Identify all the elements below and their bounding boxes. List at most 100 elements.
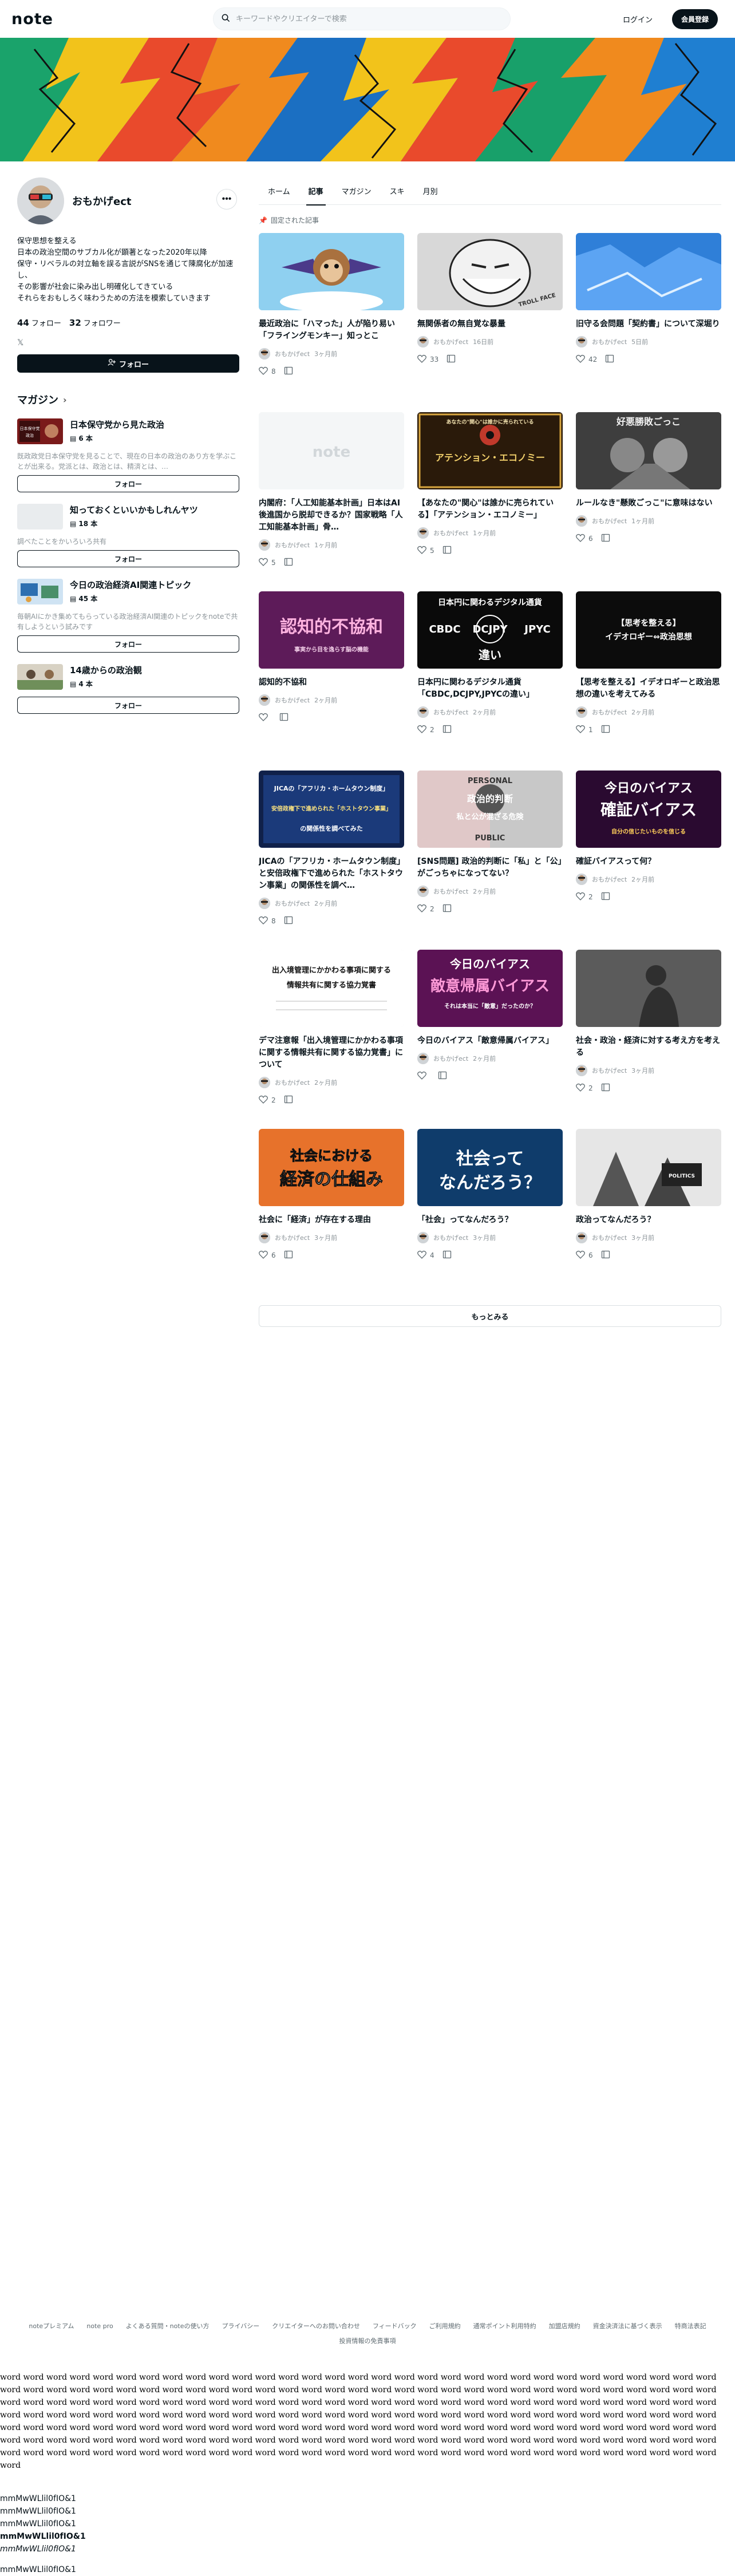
author-avatar[interactable] bbox=[576, 706, 587, 718]
magazine-add-button[interactable] bbox=[284, 1250, 293, 1261]
article-thumbnail[interactable] bbox=[576, 950, 721, 1027]
footer-link[interactable]: 加盟店規約 bbox=[549, 2322, 580, 2331]
like-button[interactable]: 2 bbox=[259, 1095, 276, 1105]
like-button[interactable]: 2 bbox=[417, 904, 434, 914]
login-button[interactable]: ログイン bbox=[616, 9, 659, 29]
like-button[interactable]: 2 bbox=[576, 892, 593, 902]
like-button[interactable] bbox=[259, 713, 271, 723]
author-avatar[interactable] bbox=[417, 886, 429, 897]
like-button[interactable]: 8 bbox=[259, 916, 276, 926]
article-thumbnail[interactable]: 認知的不協和 事実から目を逸らす脳の機能 bbox=[259, 591, 404, 669]
article-title[interactable]: デマ注意報「出入境管理にかかわる事項に関する情報共有に関する協力覚書」について bbox=[259, 1035, 404, 1071]
article-title[interactable]: 旧守る会問題「契約書」について深堀り bbox=[576, 318, 721, 330]
article-thumbnail[interactable]: 好悪勝敗ごっこ bbox=[576, 412, 721, 489]
article-title[interactable]: 【思考を整える】イデオロギーと政治思想の違いを考えてみる bbox=[576, 677, 721, 701]
article-thumbnail[interactable]: 今日のバイアス 敵意帰属バイアス それは本当に「敵意」だったのか？ bbox=[417, 950, 563, 1027]
author-name[interactable]: おもかげect bbox=[275, 899, 310, 908]
magazine-follow-button[interactable]: フォロー bbox=[17, 475, 239, 492]
article-card[interactable]: 旧守る会問題「契約書」について深堀り おもかげect 5日前 42 bbox=[576, 233, 721, 412]
article-thumbnail[interactable]: TROLL FACE bbox=[417, 233, 563, 310]
article-card[interactable]: 社会・政治・経済に対する考え方を考える おもかげect 3ヶ月前 2 bbox=[576, 950, 721, 1129]
author-name[interactable]: おもかげect bbox=[433, 1233, 468, 1242]
article-thumbnail[interactable]: 【思考を整える】 イデオロギー⇔政治思想 bbox=[576, 591, 721, 669]
author-name[interactable]: おもかげect bbox=[275, 1078, 310, 1087]
magazine-add-button[interactable] bbox=[601, 725, 610, 735]
author-avatar[interactable] bbox=[576, 1232, 587, 1243]
footer-link[interactable]: フィードバック bbox=[373, 2322, 417, 2331]
footer-link[interactable]: クリエイターへのお問い合わせ bbox=[272, 2322, 360, 2331]
author-name[interactable]: おもかげect bbox=[433, 528, 468, 538]
article-card[interactable]: 出入境管理にかかわる事項に関する 情報共有に関する協力覚書 デマ注意報「出入境管理… bbox=[259, 950, 404, 1129]
article-thumbnail[interactable] bbox=[259, 233, 404, 310]
author-avatar[interactable] bbox=[576, 515, 587, 527]
author-avatar[interactable] bbox=[576, 874, 587, 885]
magazine-add-button[interactable] bbox=[284, 366, 293, 377]
magazine-add-button[interactable] bbox=[279, 713, 289, 723]
article-title[interactable]: 社会・政治・経済に対する考え方を考える bbox=[576, 1035, 721, 1059]
article-title[interactable]: 社会に「経済」が存在する理由 bbox=[259, 1214, 404, 1226]
author-avatar[interactable] bbox=[576, 336, 587, 347]
like-button[interactable]: 6 bbox=[259, 1250, 276, 1261]
magazine-add-button[interactable] bbox=[284, 1095, 293, 1105]
search-box[interactable] bbox=[213, 7, 511, 30]
tab-magazines[interactable]: マガジン bbox=[333, 179, 381, 205]
magazine-thumbnail[interactable]: 日本保守党 政治 bbox=[17, 418, 63, 444]
article-card[interactable]: 好悪勝敗ごっこ ルールなき"懸敗ごっこ"に意味はない おもかげect 1ヶ月前 … bbox=[576, 412, 721, 591]
article-thumbnail[interactable]: PERSONAL 政治的判断 私と公が混ざる危険 PUBLIC bbox=[417, 771, 563, 848]
author-name[interactable]: おもかげect bbox=[592, 875, 627, 884]
magazines-heading[interactable]: マガジン › bbox=[17, 392, 239, 407]
article-title[interactable]: 確証バイアスって何？ bbox=[576, 856, 721, 868]
tab-home[interactable]: ホーム bbox=[259, 179, 299, 205]
like-button[interactable]: 42 bbox=[576, 354, 597, 365]
article-title[interactable]: 【あなたの"関心"は誰かに売られている】「アテンション・エコノミー」 bbox=[417, 497, 563, 521]
magazine-add-button[interactable] bbox=[605, 354, 614, 365]
magazine-add-button[interactable] bbox=[601, 1083, 610, 1093]
like-button[interactable]: 1 bbox=[576, 725, 593, 735]
magazine-follow-button[interactable]: フォロー bbox=[17, 550, 239, 567]
author-name[interactable]: おもかげect bbox=[433, 337, 468, 346]
magazine-add-button[interactable] bbox=[442, 1250, 452, 1261]
article-thumbnail[interactable]: 社会における 経済の仕組み bbox=[259, 1129, 404, 1206]
author-name[interactable]: おもかげect bbox=[275, 540, 310, 550]
footer-link[interactable]: 特商法表記 bbox=[675, 2322, 706, 2331]
note-logo[interactable]: note bbox=[11, 10, 53, 28]
article-thumbnail[interactable]: 日本円に関わるデジタル通貨 CBDC DCJPY JPYC 違い bbox=[417, 591, 563, 669]
author-avatar[interactable] bbox=[417, 706, 429, 718]
magazine-add-button[interactable] bbox=[284, 916, 293, 926]
article-card[interactable]: POLITICS 政治ってなんだろう？ おもかげect 3ヶ月前 6 bbox=[576, 1129, 721, 1308]
article-thumbnail[interactable]: JICAの「アフリカ・ホームタウン制度」 安倍政権下で進められた「ホストタウン事業… bbox=[259, 771, 404, 848]
follow-button[interactable]: フォロー bbox=[17, 354, 239, 373]
follows-link[interactable]: 44 フォロー bbox=[17, 317, 61, 328]
x-social-icon[interactable]: 𝕏 bbox=[17, 338, 239, 347]
magazine-title[interactable]: 日本保守党から見た政治 bbox=[70, 419, 164, 430]
footer-link[interactable]: noteプレミアム bbox=[29, 2322, 74, 2331]
footer-link[interactable]: 投資情報の免責事項 bbox=[339, 2337, 396, 2346]
magazine-add-button[interactable] bbox=[284, 558, 293, 568]
article-card[interactable]: PERSONAL 政治的判断 私と公が混ざる危険 PUBLIC [SNS問題] 政治的… bbox=[417, 771, 563, 950]
author-avatar[interactable] bbox=[259, 348, 270, 359]
article-card[interactable]: 社会における 経済の仕組み 社会に「経済」が存在する理由 おもかげect 3ヶ月前… bbox=[259, 1129, 404, 1308]
article-card[interactable]: 【思考を整える】 イデオロギー⇔政治思想 【思考を整える】イデオロギーと政治思想の… bbox=[576, 591, 721, 771]
magazine-add-button[interactable] bbox=[442, 725, 452, 735]
article-thumbnail[interactable]: 今日のバイアス 確証バイアス 自分の信じたいものを信じる bbox=[576, 771, 721, 848]
magazine-add-button[interactable] bbox=[442, 904, 452, 914]
magazine-add-button[interactable] bbox=[438, 1071, 447, 1081]
like-button[interactable]: 33 bbox=[417, 354, 438, 365]
footer-link[interactable]: 通常ポイント利用特約 bbox=[473, 2322, 536, 2331]
like-button[interactable]: 5 bbox=[417, 546, 434, 556]
magazine-add-button[interactable] bbox=[601, 1250, 610, 1261]
author-name[interactable]: おもかげect bbox=[592, 1066, 627, 1075]
search-input[interactable] bbox=[236, 14, 502, 23]
author-avatar[interactable] bbox=[417, 336, 429, 347]
article-title[interactable]: JICAの「アフリカ・ホームタウン制度」と安倍政権下で進められた「ホストタウン事… bbox=[259, 856, 404, 892]
article-thumbnail[interactable]: note bbox=[259, 412, 404, 489]
like-button[interactable]: 4 bbox=[417, 1250, 434, 1261]
magazine-thumbnail[interactable] bbox=[17, 504, 63, 530]
article-thumbnail[interactable]: 出入境管理にかかわる事項に関する 情報共有に関する協力覚書 bbox=[259, 950, 404, 1027]
magazine-title[interactable]: 知っておくといいかもしれんヤツ bbox=[70, 504, 198, 516]
article-title[interactable]: 日本円に関わるデジタル通貨「CBDC,DCJPY,JPYCの違い」 bbox=[417, 677, 563, 701]
magazine-add-button[interactable] bbox=[446, 354, 456, 365]
article-title[interactable]: ルールなき"懸敗ごっこ"に意味はない bbox=[576, 497, 721, 509]
author-name[interactable]: おもかげect bbox=[433, 887, 468, 896]
load-more-button[interactable]: もっとみる bbox=[259, 1305, 721, 1327]
